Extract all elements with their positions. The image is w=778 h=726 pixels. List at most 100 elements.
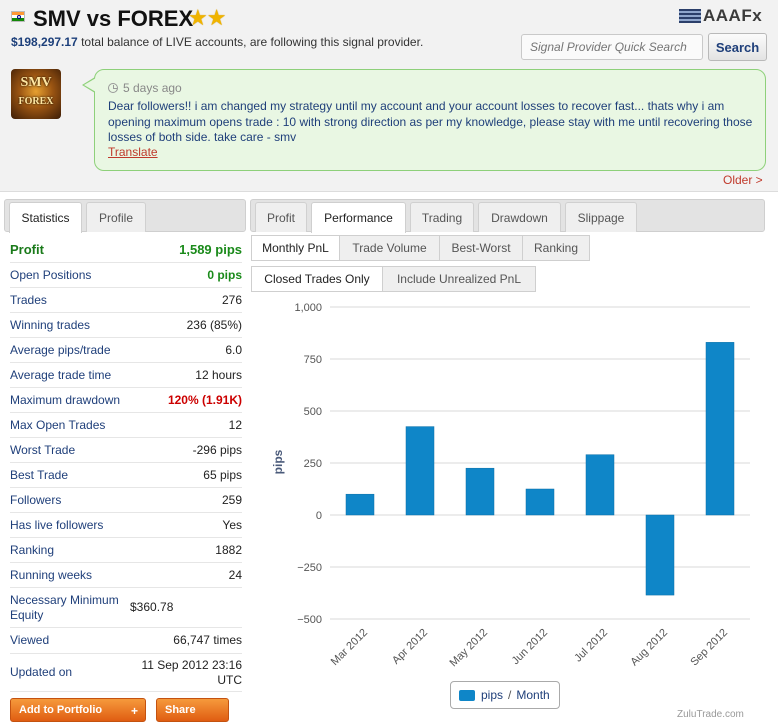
stat-value: Yes xyxy=(222,517,242,532)
bar[interactable] xyxy=(345,493,375,516)
stat-value: 66,747 times xyxy=(173,633,242,647)
stat-row: Has live followers Yes xyxy=(10,513,242,538)
india-flag-icon xyxy=(11,11,25,22)
bar[interactable] xyxy=(705,342,735,516)
balance-text: total balance of LIVE accounts, are foll… xyxy=(81,35,424,49)
stat-row: Winning trades 236 (85%) xyxy=(10,313,242,338)
tab-profile[interactable]: Profile xyxy=(86,202,146,232)
post-bubble: 5 days ago Dear followers!! i am changed… xyxy=(94,69,766,171)
tab-statistics[interactable]: Statistics xyxy=(9,202,82,233)
clock-icon xyxy=(108,83,118,93)
tab-performance[interactable]: Performance xyxy=(311,202,406,233)
older-link[interactable]: Older > xyxy=(723,173,763,187)
x-tick-label: Sep 2012 xyxy=(688,627,730,669)
plus-icon: + xyxy=(130,704,138,718)
stat-label: Maximum drawdown xyxy=(10,392,121,407)
balance-amount: $198,297.17 xyxy=(11,35,78,49)
post-time: 5 days ago xyxy=(123,81,182,95)
broker-logo[interactable]: AAAFx xyxy=(679,6,762,26)
broker-logo-icon xyxy=(679,9,701,23)
stat-row: Maximum drawdown 120% (1.91K) xyxy=(10,388,242,413)
legend-period: Month xyxy=(516,688,550,702)
stat-value: 120% (1.91K) xyxy=(167,392,242,407)
legend-series: pips xyxy=(481,688,504,702)
tab-profit[interactable]: Profit xyxy=(255,202,307,232)
add-to-portfolio-label: Add to Portfolio xyxy=(19,704,103,716)
stat-value: 24 xyxy=(228,567,242,582)
y-tick-label: 500 xyxy=(304,406,322,418)
bar[interactable] xyxy=(465,467,495,516)
stat-row: Viewed 66,747 times xyxy=(10,628,242,654)
y-tick-label: 1,000 xyxy=(294,302,322,314)
stat-row: Followers 259 xyxy=(10,488,242,513)
chart-y-label: pips xyxy=(271,449,285,474)
stat-value: 259 xyxy=(221,492,242,507)
stat-row: Average trade time 12 hours xyxy=(10,363,242,388)
tab-slippage[interactable]: Slippage xyxy=(565,202,637,232)
chart-x-ticks: Mar 2012 Apr 2012 May 2012 Jun 2012 Jul 2012… xyxy=(329,627,730,670)
stat-label: Average trade time xyxy=(10,367,112,382)
stat-value: 1882 xyxy=(215,542,242,557)
bar[interactable] xyxy=(525,488,555,516)
y-tick-label: 750 xyxy=(304,354,322,366)
x-tick-label: Aug 2012 xyxy=(628,627,670,669)
avatar-text-2: FOREX xyxy=(18,96,54,107)
subtab-best-worst[interactable]: Best-Worst xyxy=(439,235,523,261)
post-text: Dear followers!! i am changed my strateg… xyxy=(108,99,753,144)
stat-label: Winning trades xyxy=(10,317,91,332)
stat-row: Trades 276 xyxy=(10,288,242,313)
balance-line: $198,297.17 total balance of LIVE accoun… xyxy=(11,35,423,49)
zulutrade-credit: ZuluTrade.com xyxy=(677,709,744,720)
stat-label: Running weeks xyxy=(10,567,93,582)
tab-drawdown[interactable]: Drawdown xyxy=(478,202,561,232)
filter-include-unrealized[interactable]: Include Unrealized PnL xyxy=(382,266,536,292)
chart-legend[interactable]: pips / Month xyxy=(450,681,560,709)
translate-link[interactable]: Translate xyxy=(108,145,158,159)
stat-row: Worst Trade -296 pips xyxy=(10,438,242,463)
stat-label: Necessary Minimum Equity xyxy=(10,592,119,622)
stat-row: Open Positions 0 pips xyxy=(10,263,242,288)
stat-value: 65 pips xyxy=(203,467,242,482)
stat-row: Necessary Minimum Equity $360.78 xyxy=(10,588,242,628)
stat-row: Profit 1,589 pips xyxy=(10,237,242,263)
broker-logo-text: AAAFx xyxy=(703,6,763,25)
bar[interactable] xyxy=(405,426,435,516)
subtab-monthly-pnl[interactable]: Monthly PnL xyxy=(251,235,340,261)
subtab-ranking[interactable]: Ranking xyxy=(522,235,590,261)
y-tick-label: 250 xyxy=(304,458,322,470)
stat-row: Average pips/trade 6.0 xyxy=(10,338,242,363)
add-to-portfolio-button[interactable]: Add to Portfolio + xyxy=(10,698,146,722)
stat-label: Updated on xyxy=(10,665,73,679)
tab-trading[interactable]: Trading xyxy=(410,202,474,232)
stat-value: 0 pips xyxy=(207,267,242,282)
chart-grid xyxy=(330,306,750,620)
bar[interactable] xyxy=(645,514,675,596)
stat-label: Ranking xyxy=(10,542,55,557)
stat-value: 6.0 xyxy=(225,342,242,357)
search-button[interactable]: Search xyxy=(708,33,767,61)
stat-row: Best Trade 65 pips xyxy=(10,463,242,488)
avatar[interactable]: SMV FOREX xyxy=(11,69,61,119)
stat-row: Running weeks 24 xyxy=(10,563,242,588)
stat-label: Followers xyxy=(10,492,62,507)
provider-header: SMV vs FOREX ★★ $198,297.17 total balanc… xyxy=(0,0,778,192)
y-tick-label: −250 xyxy=(297,562,322,574)
stat-row: Max Open Trades 12 xyxy=(10,413,242,438)
stat-value: -296 pips xyxy=(192,442,242,457)
chart-y-ticks: 1,000 750 500 250 0 −250 −500 xyxy=(294,302,322,626)
bar[interactable] xyxy=(585,454,615,516)
filter-closed-trades[interactable]: Closed Trades Only xyxy=(251,266,383,292)
legend-sep: / xyxy=(508,688,512,702)
subtab-trade-volume[interactable]: Trade Volume xyxy=(339,235,440,261)
y-tick-label: −500 xyxy=(297,614,322,626)
share-button[interactable]: Share xyxy=(156,698,229,722)
share-label: Share xyxy=(165,704,196,716)
stat-label: Has live followers xyxy=(10,517,104,532)
stat-label: Viewed xyxy=(10,633,50,647)
stat-value: 276 xyxy=(221,292,242,307)
provider-search-input[interactable] xyxy=(521,34,703,60)
x-tick-label: May 2012 xyxy=(447,627,490,670)
stat-value: 11 Sep 2012 23:16 UTC xyxy=(141,657,242,687)
rating-stars-icon: ★★ xyxy=(188,5,226,30)
x-tick-label: Jul 2012 xyxy=(572,627,610,665)
